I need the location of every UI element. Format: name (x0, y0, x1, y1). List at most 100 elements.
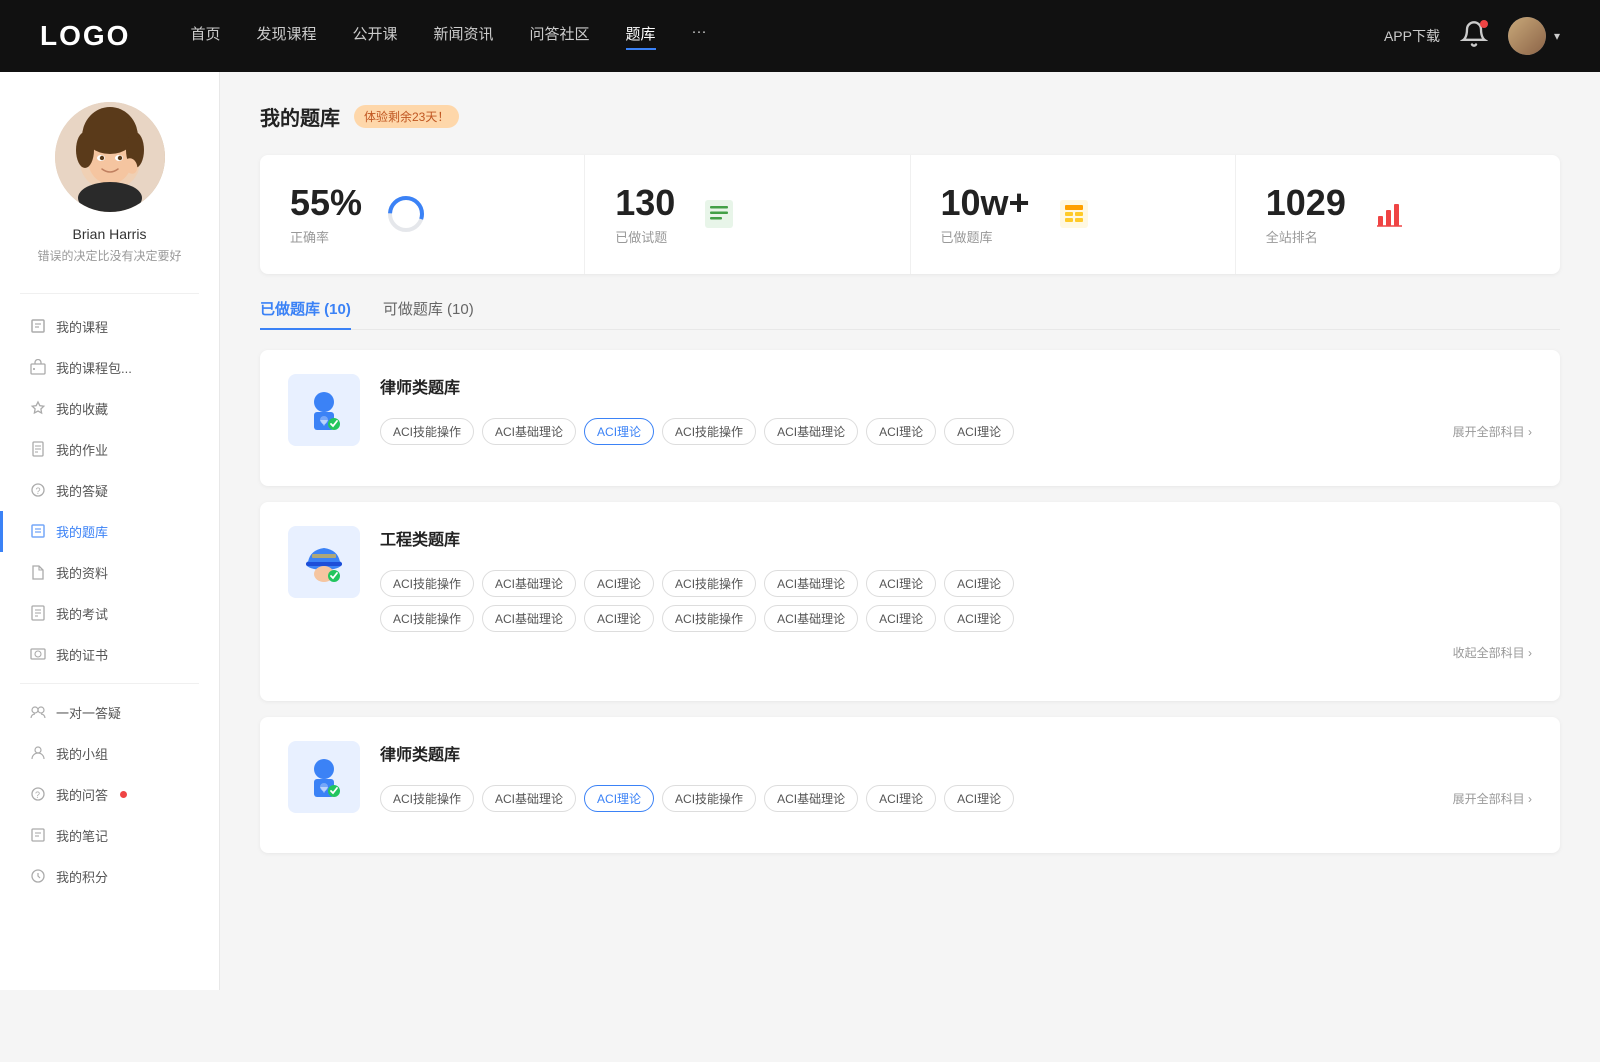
nav-link-home[interactable]: 首页 (190, 23, 220, 50)
qbank-2-r2-tag-0[interactable]: ACI技能操作 (380, 605, 474, 632)
nav-link-more[interactable]: ··· (692, 23, 707, 50)
qbank-3-tag-4[interactable]: ACI基础理论 (764, 785, 858, 812)
qbank-2-r2-tag-3[interactable]: ACI技能操作 (662, 605, 756, 632)
qbank-2-r2-tag-4[interactable]: ACI基础理论 (764, 605, 858, 632)
nav-link-qbank[interactable]: 题库 (626, 23, 656, 50)
qbank-1-tag-3[interactable]: ACI技能操作 (662, 418, 756, 445)
qbank-3-tags: ACI技能操作 ACI基础理论 ACI理论 ACI技能操作 ACI基础理论 AC… (380, 785, 1532, 812)
tab-available-banks[interactable]: 可做题库 (10) (383, 298, 474, 329)
tab-done-banks[interactable]: 已做题库 (10) (260, 298, 351, 329)
qbank-2-title: 工程类题库 (380, 526, 1532, 550)
course-icon (30, 318, 46, 334)
qbank-card-2-header: 工程类题库 ACI技能操作 ACI基础理论 ACI理论 ACI技能操作 ACI基… (288, 526, 1532, 661)
sidebar-item-package[interactable]: 我的课程包... (0, 347, 219, 388)
page-header: 我的题库 体验剩余23天！ (260, 102, 1560, 131)
qbank-2-r2-tag-6[interactable]: ACI理论 (944, 605, 1014, 632)
qbank-2-r1-tag-3[interactable]: ACI技能操作 (662, 570, 756, 597)
qbank-1-expand-btn[interactable]: 展开全部科目 › (1453, 423, 1532, 440)
qbank-1-tag-1[interactable]: ACI基础理论 (482, 418, 576, 445)
nav-links: 首页 发现课程 公开课 新闻资讯 问答社区 题库 ··· (190, 23, 1344, 50)
sidebar-item-points[interactable]: 我的积分 (0, 856, 219, 897)
sidebar-item-one2one[interactable]: 一对一答疑 (0, 692, 219, 733)
user-avatar-wrapper[interactable]: ▾ (1508, 17, 1560, 55)
stat-value-done-b: 10w+ (941, 183, 1030, 223)
qanda-notification-dot (120, 791, 127, 798)
sidebar-menu: 我的课程 我的课程包... 我的收藏 我的作业 (0, 302, 219, 901)
qbank-card-lawyer-1: 律师类题库 ACI技能操作 ACI基础理论 ACI理论 ACI技能操作 ACI基… (260, 350, 1560, 486)
stat-done-banks: 10w+ 已做题库 (911, 155, 1236, 274)
sidebar-item-data[interactable]: 我的资料 (0, 552, 219, 593)
nav-right: APP下载 ▾ (1384, 17, 1560, 55)
stat-label-done-q: 已做试题 (615, 227, 675, 246)
qbank-3-tag-6[interactable]: ACI理论 (944, 785, 1014, 812)
qbank-2-tags-row2: ACI技能操作 ACI基础理论 ACI理论 ACI技能操作 ACI基础理论 AC… (380, 605, 1532, 632)
qbank-2-r1-tag-5[interactable]: ACI理论 (866, 570, 936, 597)
qbank-1-tag-5[interactable]: ACI理论 (866, 418, 936, 445)
sidebar-item-exam[interactable]: 我的考试 (0, 593, 219, 634)
sidebar-item-group[interactable]: 我的小组 (0, 733, 219, 774)
qbank-card-lawyer-2: 律师类题库 ACI技能操作 ACI基础理论 ACI理论 ACI技能操作 ACI基… (260, 717, 1560, 853)
qbank-2-r1-tag-6[interactable]: ACI理论 (944, 570, 1014, 597)
group-icon (30, 745, 46, 761)
qbank-2-r2-tag-2[interactable]: ACI理论 (584, 605, 654, 632)
sidebar-profile: Brian Harris 错误的决定比没有决定要好 (0, 72, 219, 285)
stat-value-correct-rate: 55% (290, 183, 362, 223)
sidebar-item-collection[interactable]: 我的收藏 (0, 388, 219, 429)
qbank-1-tag-0[interactable]: ACI技能操作 (380, 418, 474, 445)
qbank-1-tag-2[interactable]: ACI理论 (584, 418, 654, 445)
nav-link-qa[interactable]: 问答社区 (530, 23, 590, 50)
qbank-1-tag-4[interactable]: ACI基础理论 (764, 418, 858, 445)
qbank-3-tag-2[interactable]: ACI理论 (584, 785, 654, 812)
sidebar-label-one2one: 一对一答疑 (56, 703, 121, 722)
list-icon (699, 194, 739, 234)
stats-row: 55% 正确率 130 已做试题 (260, 155, 1560, 274)
sidebar-label-group: 我的小组 (56, 744, 108, 763)
qbank-icon-engineer (288, 526, 360, 598)
sidebar-label-data: 我的资料 (56, 563, 108, 582)
stat-done-questions: 130 已做试题 (585, 155, 910, 274)
qbank-2-collapse-btn[interactable]: 收起全部科目 › (1453, 644, 1532, 661)
qbank-2-r1-tag-4[interactable]: ACI基础理论 (764, 570, 858, 597)
qbank-2-r2-tag-1[interactable]: ACI基础理论 (482, 605, 576, 632)
stat-label-rank: 全站排名 (1266, 227, 1346, 246)
qbank-3-tags-area: 律师类题库 ACI技能操作 ACI基础理论 ACI理论 ACI技能操作 ACI基… (380, 741, 1532, 812)
qbank-3-tag-3[interactable]: ACI技能操作 (662, 785, 756, 812)
svg-text:?: ? (36, 486, 41, 496)
avatar-chevron-icon: ▾ (1554, 29, 1560, 43)
sidebar-item-cert[interactable]: 我的证书 (0, 634, 219, 675)
nav-link-discover[interactable]: 发现课程 (256, 23, 316, 50)
sidebar-item-course[interactable]: 我的课程 (0, 306, 219, 347)
qbank-3-expand-btn[interactable]: 展开全部科目 › (1453, 790, 1532, 807)
qbank-2-r2-tag-5[interactable]: ACI理论 (866, 605, 936, 632)
stat-correct-rate: 55% 正确率 (260, 155, 585, 274)
qbank-2-r1-tag-0[interactable]: ACI技能操作 (380, 570, 474, 597)
app-download-button[interactable]: APP下载 (1384, 26, 1440, 46)
qbank-3-title: 律师类题库 (380, 741, 1532, 765)
qbank-2-footer: 收起全部科目 › (380, 644, 1532, 661)
nav-logo: LOGO (40, 20, 130, 52)
qbank-3-tag-0[interactable]: ACI技能操作 (380, 785, 474, 812)
sidebar-item-homework[interactable]: 我的作业 (0, 429, 219, 470)
qbank-card-1-header: 律师类题库 ACI技能操作 ACI基础理论 ACI理论 ACI技能操作 ACI基… (288, 374, 1532, 446)
user-avatar (1508, 17, 1546, 55)
qbank-2-r1-tag-1[interactable]: ACI基础理论 (482, 570, 576, 597)
page-title: 我的题库 (260, 102, 340, 131)
profile-motto: 错误的决定比没有决定要好 (37, 248, 181, 265)
qbank-1-tag-6[interactable]: ACI理论 (944, 418, 1014, 445)
notification-bell[interactable] (1460, 20, 1488, 53)
qanda-icon: ? (30, 786, 46, 802)
sidebar-item-qa[interactable]: ? 我的答疑 (0, 470, 219, 511)
nav-link-open[interactable]: 公开课 (352, 23, 397, 50)
sidebar-label-course: 我的课程 (56, 317, 108, 336)
qbank-2-r1-tag-2[interactable]: ACI理论 (584, 570, 654, 597)
qbank-3-tag-1[interactable]: ACI基础理论 (482, 785, 576, 812)
qa-icon: ? (30, 482, 46, 498)
star-icon (30, 400, 46, 416)
qbank-icon-lawyer-2 (288, 741, 360, 813)
sidebar-item-qanda[interactable]: ? 我的问答 (0, 774, 219, 815)
nav-link-news[interactable]: 新闻资讯 (434, 23, 494, 50)
sidebar-item-notes[interactable]: 我的笔记 (0, 815, 219, 856)
sidebar-item-qbank[interactable]: 我的题库 (0, 511, 219, 552)
qbank-3-tag-5[interactable]: ACI理论 (866, 785, 936, 812)
sidebar-label-collection: 我的收藏 (56, 399, 108, 418)
